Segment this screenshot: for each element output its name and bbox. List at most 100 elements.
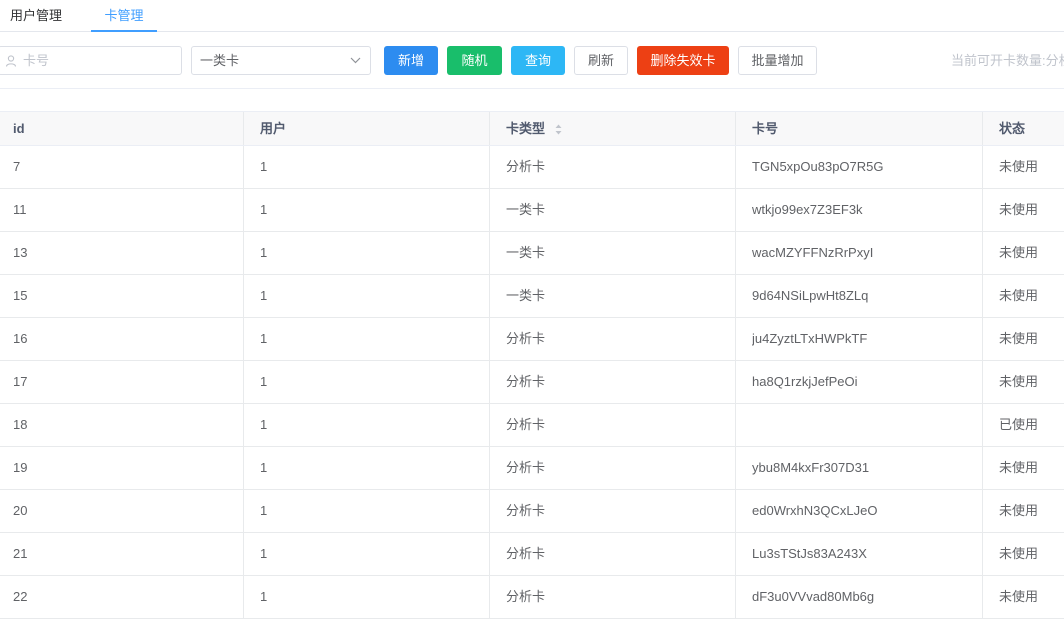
column-divider [489,404,490,446]
random-button[interactable]: 随机 [447,46,502,75]
column-divider [735,112,736,145]
table-header: id 用户 卡类型 卡号 状态 [0,111,1064,146]
card-table: id 用户 卡类型 卡号 状态 7 1 分析卡 TGN5xpOu83pO7R5G 未使用… [0,111,1064,619]
column-divider [735,189,736,231]
column-divider [735,533,736,575]
cell-id: 16 [13,331,28,346]
column-header-id: id [13,121,25,136]
column-divider [735,361,736,403]
cell-status: 未使用 [999,202,1039,217]
cell-card-number: ybu8M4kxFr307D31 [752,460,870,475]
cell-status: 未使用 [999,546,1039,561]
cell-card-type: 分析卡 [506,331,546,346]
column-divider [982,146,983,188]
cell-user: 1 [260,374,268,389]
cell-id: 15 [13,288,28,303]
column-divider [735,490,736,532]
column-divider [982,447,983,489]
column-divider [489,533,490,575]
sort-icon[interactable] [555,124,562,135]
cell-id: 13 [13,245,28,260]
column-divider [489,112,490,145]
column-divider [243,275,244,317]
table-row[interactable]: 19 1 分析卡 ybu8M4kxFr307D31 未使用 [0,447,1064,490]
column-divider [735,318,736,360]
table-row[interactable]: 13 1 一类卡 wacMZYFFNzRrPxyI 未使用 [0,232,1064,275]
column-divider [489,490,490,532]
column-header-card-type[interactable]: 卡类型 [506,112,736,145]
table-row[interactable]: 22 1 分析卡 dF3u0VVvad80Mb6g 未使用 [0,576,1064,619]
add-button[interactable]: 新增 [384,46,438,75]
cell-status: 未使用 [999,288,1039,303]
cell-card-number: TGN5xpOu83pO7R5G [752,159,884,174]
cell-status: 未使用 [999,159,1039,174]
cell-card-type: 分析卡 [506,417,546,432]
column-divider [243,447,244,489]
cell-id: 22 [13,589,28,604]
column-divider [735,232,736,274]
column-divider [735,275,736,317]
cell-card-type: 一类卡 [506,245,546,260]
cell-card-type: 一类卡 [506,288,546,303]
table-body: 7 1 分析卡 TGN5xpOu83pO7R5G 未使用 11 1 一类卡 wtkjo99ex7… [0,146,1064,619]
cell-status: 未使用 [999,503,1039,518]
table-row[interactable]: 7 1 分析卡 TGN5xpOu83pO7R5G 未使用 [0,146,1064,189]
table-row[interactable]: 15 1 一类卡 9d64NSiLpwHt8ZLq 未使用 [0,275,1064,318]
cell-status: 已使用 [999,417,1039,432]
delete-invalid-cards-button[interactable]: 删除失效卡 [637,46,729,75]
cell-card-number: wtkjo99ex7Z3EF3k [752,202,863,217]
column-divider [982,404,983,446]
cell-card-type: 分析卡 [506,460,546,475]
refresh-button[interactable]: 刷新 [574,46,628,75]
table-row[interactable]: 17 1 分析卡 ha8Q1rzkjJefPeOi 未使用 [0,361,1064,404]
column-divider [489,275,490,317]
cell-card-number: dF3u0VVvad80Mb6g [752,589,875,604]
table-row[interactable]: 20 1 分析卡 ed0WrxhN3QCxLJeO 未使用 [0,490,1064,533]
cell-card-type: 分析卡 [506,374,546,389]
cell-card-number: Lu3sTStJs83A243X [752,546,867,561]
cell-card-type: 一类卡 [506,202,546,217]
tab-bar: 用户管理 卡管理 [0,0,1064,32]
query-button[interactable]: 查询 [511,46,565,75]
table-row[interactable]: 18 1 分析卡 已使用 [0,404,1064,447]
cell-user: 1 [260,331,268,346]
table-row[interactable]: 21 1 分析卡 Lu3sTStJs83A243X 未使用 [0,533,1064,576]
column-divider [982,112,983,145]
column-divider [982,533,983,575]
cell-card-number: ed0WrxhN3QCxLJeO [752,503,878,518]
cell-card-type: 分析卡 [506,503,546,518]
table-row[interactable]: 11 1 一类卡 wtkjo99ex7Z3EF3k 未使用 [0,189,1064,232]
column-divider [243,318,244,360]
column-divider [982,490,983,532]
cell-user: 1 [260,503,268,518]
table-row[interactable]: 16 1 分析卡 ju4ZyztLTxHWPkTF 未使用 [0,318,1064,361]
cell-card-number: wacMZYFFNzRrPxyI [752,245,874,260]
divider [0,88,1064,89]
column-divider [243,576,244,618]
tab-card-management[interactable]: 卡管理 [91,0,157,32]
card-type-select[interactable]: 一类卡 [191,46,371,75]
column-divider [243,232,244,274]
batch-add-button[interactable]: 批量增加 [738,46,817,75]
column-divider [982,189,983,231]
column-divider [243,189,244,231]
cell-id: 18 [13,417,28,432]
cell-status: 未使用 [999,331,1039,346]
cell-id: 20 [13,503,28,518]
column-divider [735,404,736,446]
column-header-user: 用户 [260,121,287,136]
card-type-select-value: 一类卡 [200,53,240,68]
column-header-card-number: 卡号 [752,121,779,136]
cell-status: 未使用 [999,589,1039,604]
card-number-input[interactable] [23,50,173,71]
column-divider [982,232,983,274]
tab-user-management[interactable]: 用户管理 [10,0,62,32]
column-divider [243,146,244,188]
column-divider [735,576,736,618]
column-divider [489,576,490,618]
cell-user: 1 [260,288,268,303]
cell-card-number [752,404,977,446]
column-divider [489,318,490,360]
search-field[interactable] [0,46,182,75]
cell-user: 1 [260,589,268,604]
